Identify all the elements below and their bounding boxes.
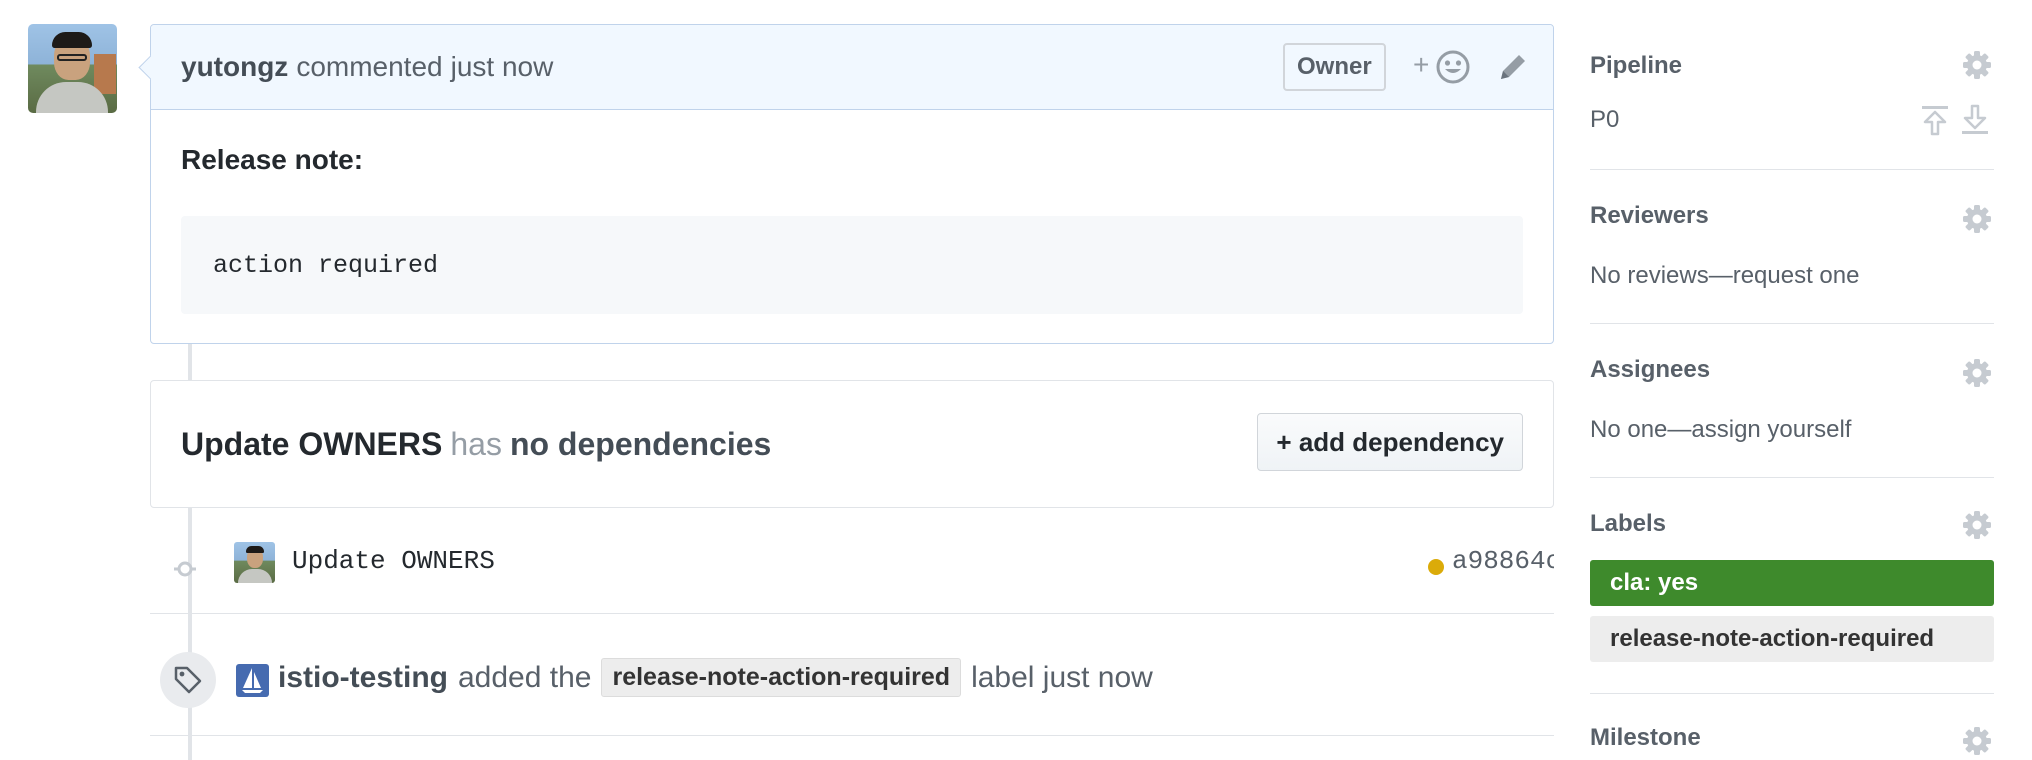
comment-action: commented bbox=[296, 51, 443, 82]
event-post-text: label just now bbox=[971, 660, 1153, 694]
comment-timestamp[interactable]: just now bbox=[451, 51, 554, 83]
timeline-line bbox=[188, 344, 192, 380]
move-to-bottom-icon[interactable] bbox=[1960, 104, 1990, 136]
smiley-icon bbox=[1436, 50, 1470, 84]
comment: yutongz commented just now Owner + Relea… bbox=[150, 24, 1554, 344]
event-actor[interactable]: istio-testing bbox=[278, 661, 448, 695]
gear-icon[interactable] bbox=[1962, 50, 1992, 80]
tag-icon bbox=[174, 666, 202, 694]
milestone-title: Milestone bbox=[1590, 724, 1701, 751]
dependencies-box: Update OWNERS has no dependencies + add … bbox=[150, 380, 1554, 508]
commit-sha[interactable]: a98864c bbox=[1452, 546, 1554, 576]
sidebar-reviewers: Reviewers No reviews—request one bbox=[1590, 170, 1994, 324]
assignees-text[interactable]: No one—assign yourself bbox=[1590, 416, 1851, 444]
reviewers-title: Reviewers bbox=[1590, 202, 1709, 229]
sidebar-assignees: Assignees No one—assign yourself bbox=[1590, 324, 1994, 478]
plus-sign: + bbox=[1413, 49, 1430, 80]
event-pre-text: added the bbox=[458, 660, 592, 694]
commit-message[interactable]: Update OWNERS bbox=[292, 546, 495, 576]
commit-status-pending[interactable] bbox=[1428, 559, 1444, 575]
comment-header: yutongz commented just now Owner + bbox=[151, 25, 1553, 110]
commit-author-avatar[interactable] bbox=[234, 542, 275, 583]
pipeline-title: Pipeline bbox=[1590, 52, 1683, 79]
owner-badge: Owner bbox=[1283, 43, 1386, 91]
event-label-chip[interactable]: release-note-action-required bbox=[601, 658, 962, 697]
comment-author[interactable]: yutongz bbox=[181, 51, 288, 83]
reviewers-text[interactable]: No reviews—request one bbox=[1590, 262, 1859, 290]
sidebar-milestone: Milestone bbox=[1590, 694, 1994, 760]
move-to-top-icon[interactable] bbox=[1920, 104, 1950, 136]
gear-icon[interactable] bbox=[1962, 204, 1992, 234]
dependency-status: no dependencies bbox=[509, 425, 772, 462]
labels-title: Labels bbox=[1590, 510, 1667, 537]
add-reaction-button[interactable]: + bbox=[1413, 47, 1473, 87]
sidebar-labels: Labels cla: yes release-note-action-requ… bbox=[1590, 478, 1994, 694]
label-cla-yes[interactable]: cla: yes bbox=[1590, 560, 1994, 606]
sidebar-pipeline: Pipeline P0 bbox=[1590, 30, 1994, 170]
sail-icon bbox=[242, 668, 263, 693]
commit-row: Update OWNERS a98864c bbox=[150, 526, 1554, 614]
code-block: action required bbox=[181, 216, 1523, 314]
dependency-pr-title: Update OWNERS bbox=[181, 425, 443, 462]
label-event: istio-testing added the release-note-act… bbox=[150, 636, 1554, 736]
pipeline-value: P0 bbox=[1590, 106, 1620, 133]
gear-icon[interactable] bbox=[1962, 358, 1992, 388]
tag-badge bbox=[160, 652, 216, 708]
label-event-text: istio-testing added the release-note-act… bbox=[278, 658, 1153, 697]
label-release-note-action-required[interactable]: release-note-action-required bbox=[1590, 616, 1994, 662]
pencil-icon[interactable] bbox=[1495, 49, 1531, 85]
code-text: action required bbox=[213, 250, 439, 280]
gear-icon[interactable] bbox=[1962, 510, 1992, 540]
add-dependency-button[interactable]: + add dependency bbox=[1257, 413, 1523, 471]
gear-icon[interactable] bbox=[1962, 726, 1992, 756]
bot-avatar[interactable] bbox=[236, 664, 269, 697]
assignees-title: Assignees bbox=[1590, 356, 1711, 383]
release-note-heading: Release note: bbox=[181, 144, 364, 175]
comment-author-avatar[interactable] bbox=[28, 24, 117, 113]
comment-body: Release note: action required bbox=[151, 110, 1553, 314]
git-commit-icon bbox=[174, 561, 196, 577]
dependency-has-text: has bbox=[450, 425, 502, 462]
